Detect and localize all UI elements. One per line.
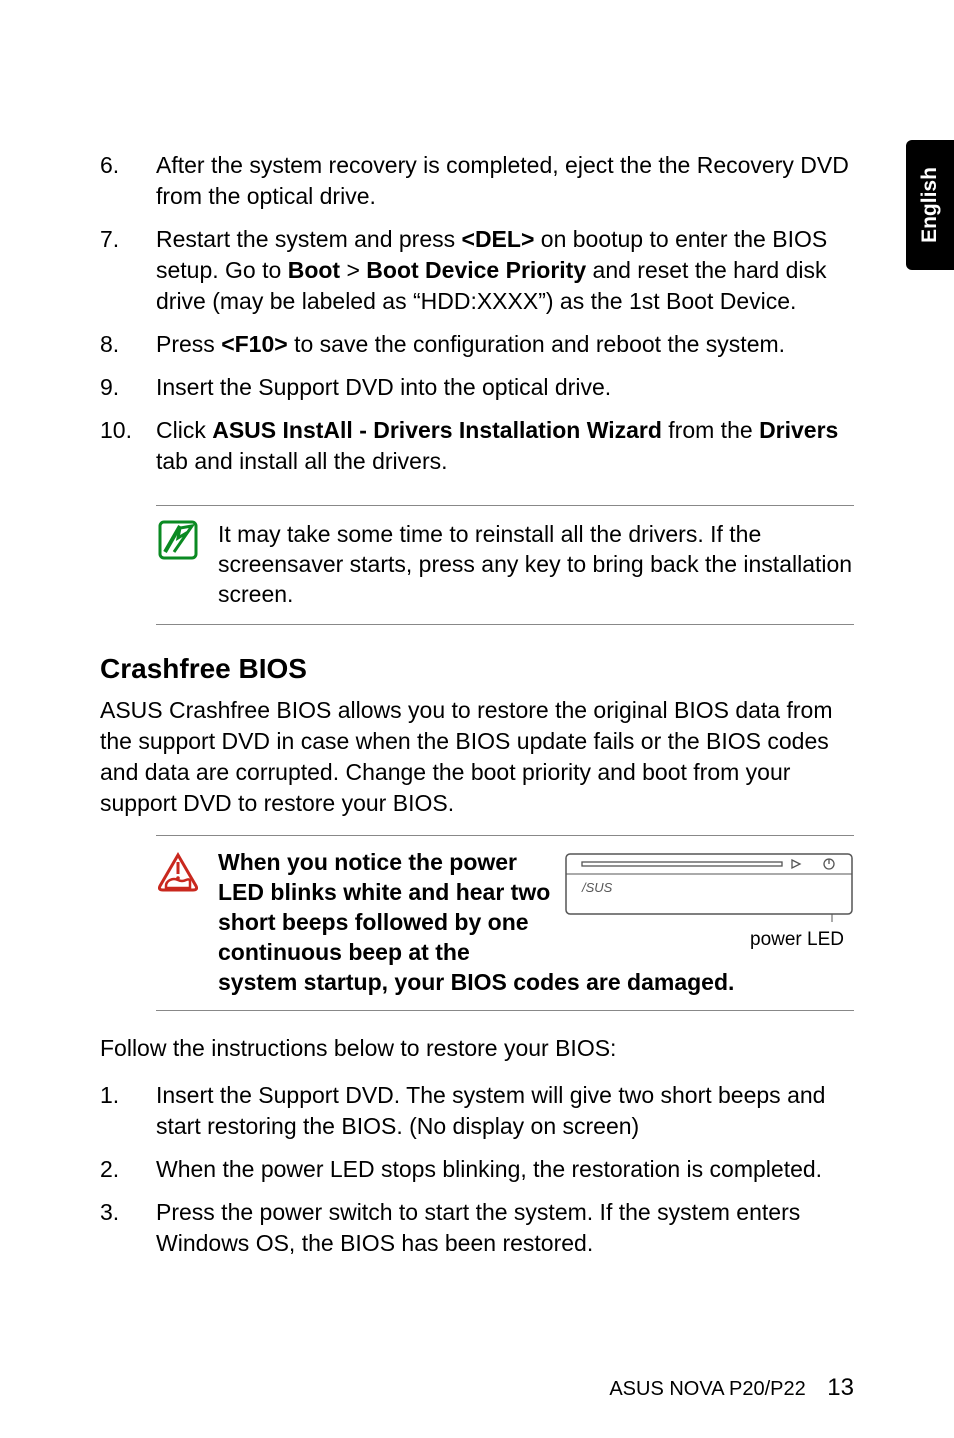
list-item-body: Insert the Support DVD. The system will … [156, 1080, 854, 1142]
warning-block: /SUS power LED When you notice the power… [156, 835, 854, 1010]
list-item-body: Press <F10> to save the configuration an… [156, 329, 854, 360]
list-item: 1. Insert the Support DVD. The system wil… [100, 1080, 854, 1142]
section-title: Crashfree BIOS [100, 653, 854, 685]
list-item-body: Press the power switch to start the syst… [156, 1197, 854, 1259]
list-item: 7.Restart the system and press <DEL> on … [100, 224, 854, 317]
list-item-body: When the power LED stops blinking, the r… [156, 1154, 854, 1185]
note-text: It may take some time to reinstall all t… [218, 520, 854, 610]
list-item: 9. Insert the Support DVD into the optica… [100, 372, 854, 403]
note-block: It may take some time to reinstall all t… [156, 505, 854, 625]
note-icon [156, 520, 200, 610]
footer-text: ASUS NOVA P20/P22 [609, 1378, 805, 1400]
list-item-body: Insert the Support DVD into the optical … [156, 372, 854, 403]
list-item: 6. After the system recovery is completed… [100, 150, 854, 212]
svg-text:/SUS: /SUS [581, 880, 613, 895]
list-item-number: 7. [100, 224, 138, 317]
list-item-body: Click ASUS InstAll - Drivers Installatio… [156, 415, 854, 477]
list-item: 2. When the power LED stops blinking, the… [100, 1154, 854, 1185]
list-item-body: Restart the system and press <DEL> on bo… [156, 224, 854, 317]
page-number: 13 [827, 1374, 854, 1401]
section-paragraph: ASUS Crashfree BIOS allows you to restor… [100, 695, 854, 819]
follow-paragraph: Follow the instructions below to restore… [100, 1033, 854, 1064]
list-item-number: 6. [100, 150, 138, 212]
list-item-number: 10. [100, 415, 138, 477]
list-item: 3. Press the power switch to start the sy… [100, 1197, 854, 1259]
language-tab: English [906, 140, 954, 270]
diagram-caption: power LED [564, 928, 854, 953]
list-item-number: 9. [100, 372, 138, 403]
list-item-number: 1. [100, 1080, 138, 1142]
language-tab-label: English [918, 167, 942, 243]
page-footer: ASUS NOVA P20/P22 13 [609, 1374, 854, 1402]
list-item: 8. Press <F10> to save the configuration … [100, 329, 854, 360]
list-item: 10. Click ASUS InstAll - Drivers Installa… [100, 415, 854, 477]
warning-icon [156, 848, 200, 997]
list-item-number: 8. [100, 329, 138, 360]
device-diagram: /SUS power LED [564, 852, 854, 953]
warning-content: /SUS power LED When you notice the power… [218, 848, 854, 997]
instruction-list-top: 6. After the system recovery is completed… [100, 150, 854, 477]
list-item-body: After the system recovery is completed, … [156, 150, 854, 212]
instruction-list-bottom: 1. Insert the Support DVD. The system wil… [100, 1080, 854, 1259]
list-item-number: 3. [100, 1197, 138, 1259]
list-item-number: 2. [100, 1154, 138, 1185]
